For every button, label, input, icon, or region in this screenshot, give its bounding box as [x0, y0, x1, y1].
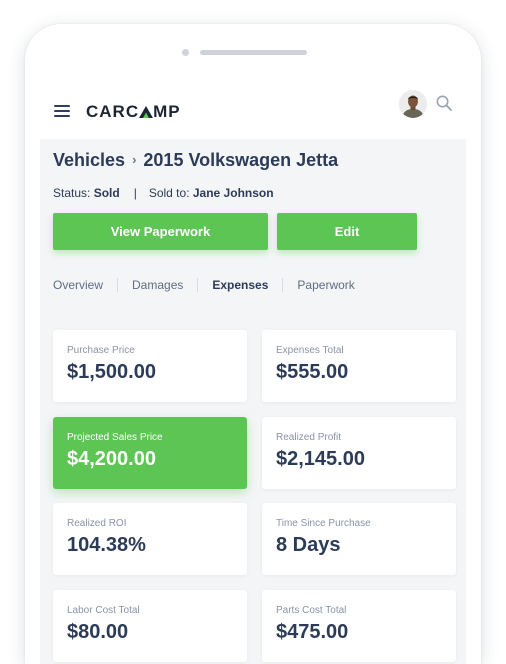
realized-profit-card: Realized Profit $2,145.00	[262, 417, 456, 489]
logo-mountain-icon	[139, 103, 154, 118]
app-header: CARC MP	[40, 85, 466, 139]
tab-divider	[197, 278, 199, 292]
tab-overview[interactable]: Overview	[53, 278, 103, 292]
realized-roi-card: Realized ROI 104.38%	[53, 503, 247, 575]
card-label: Purchase Price	[67, 345, 135, 356]
card-label: Realized Profit	[276, 432, 342, 443]
edit-button[interactable]: Edit	[277, 213, 417, 250]
vehicle-detail-content: Vehicles › 2015 Volkswagen Jetta Status: S…	[40, 139, 466, 664]
time-since-purchase-card: Time Since Purchase 8 Days	[262, 503, 456, 575]
speaker-bar	[200, 50, 307, 55]
card-label: Labor Cost Total	[67, 605, 140, 616]
card-value: 8 Days	[276, 534, 341, 556]
sold-to-value: Jane Johnson	[192, 186, 274, 200]
breadcrumb-current: 2015 Volkswagen Jetta	[143, 150, 339, 170]
user-avatar[interactable]	[399, 90, 427, 118]
labor-cost-total-card: Labor Cost Total $80.00	[53, 590, 247, 662]
phone-frame: CARC MP Vehicles › 2015 Volkswagen Jetta St…	[25, 24, 481, 664]
card-value: $2,145.00	[276, 448, 365, 470]
card-label: Time Since Purchase	[276, 518, 371, 529]
tab-expenses[interactable]: Expenses	[212, 278, 268, 292]
status-divider: |	[133, 186, 137, 200]
projected-sales-price-card[interactable]: Projected Sales Price $4,200.00	[53, 417, 247, 489]
card-value: $1,500.00	[67, 361, 156, 383]
tab-divider	[282, 278, 284, 292]
search-icon[interactable]	[435, 94, 453, 112]
tab-paperwork[interactable]: Paperwork	[297, 278, 354, 292]
carcamp-logo[interactable]: CARC MP	[86, 102, 181, 122]
camera-dot	[182, 49, 189, 56]
chevron-right-icon: ›	[132, 152, 137, 167]
breadcrumb: Vehicles › 2015 Volkswagen Jetta	[53, 150, 338, 171]
card-label: Parts Cost Total	[276, 605, 347, 616]
card-label: Realized ROI	[67, 518, 127, 529]
card-value: $80.00	[67, 621, 129, 643]
view-paperwork-button[interactable]: View Paperwork	[53, 213, 268, 250]
card-value: $555.00	[276, 361, 349, 383]
hamburger-menu-icon[interactable]	[54, 104, 72, 118]
card-value: $4,200.00	[67, 448, 156, 470]
tab-divider	[117, 278, 119, 292]
status-value: Sold	[93, 186, 120, 200]
card-value: 104.38%	[67, 534, 146, 556]
card-value: $475.00	[276, 621, 349, 643]
sold-to-label: Sold to:	[148, 186, 190, 200]
card-label: Expenses Total	[276, 345, 344, 356]
status-label: Status:	[53, 186, 91, 200]
expenses-total-card: Expenses Total $555.00	[262, 330, 456, 402]
vehicle-status-line: Status: Sold | Sold to: Jane Johnson	[53, 186, 274, 200]
breadcrumb-root-link[interactable]: Vehicles	[53, 150, 125, 170]
card-label: Projected Sales Price	[67, 432, 163, 443]
purchase-price-card: Purchase Price $1,500.00	[53, 330, 247, 402]
parts-cost-total-card: Parts Cost Total $475.00	[262, 590, 456, 662]
detail-tabs: Overview Damages Expenses Paperwork	[53, 278, 355, 292]
tab-damages[interactable]: Damages	[132, 278, 183, 292]
